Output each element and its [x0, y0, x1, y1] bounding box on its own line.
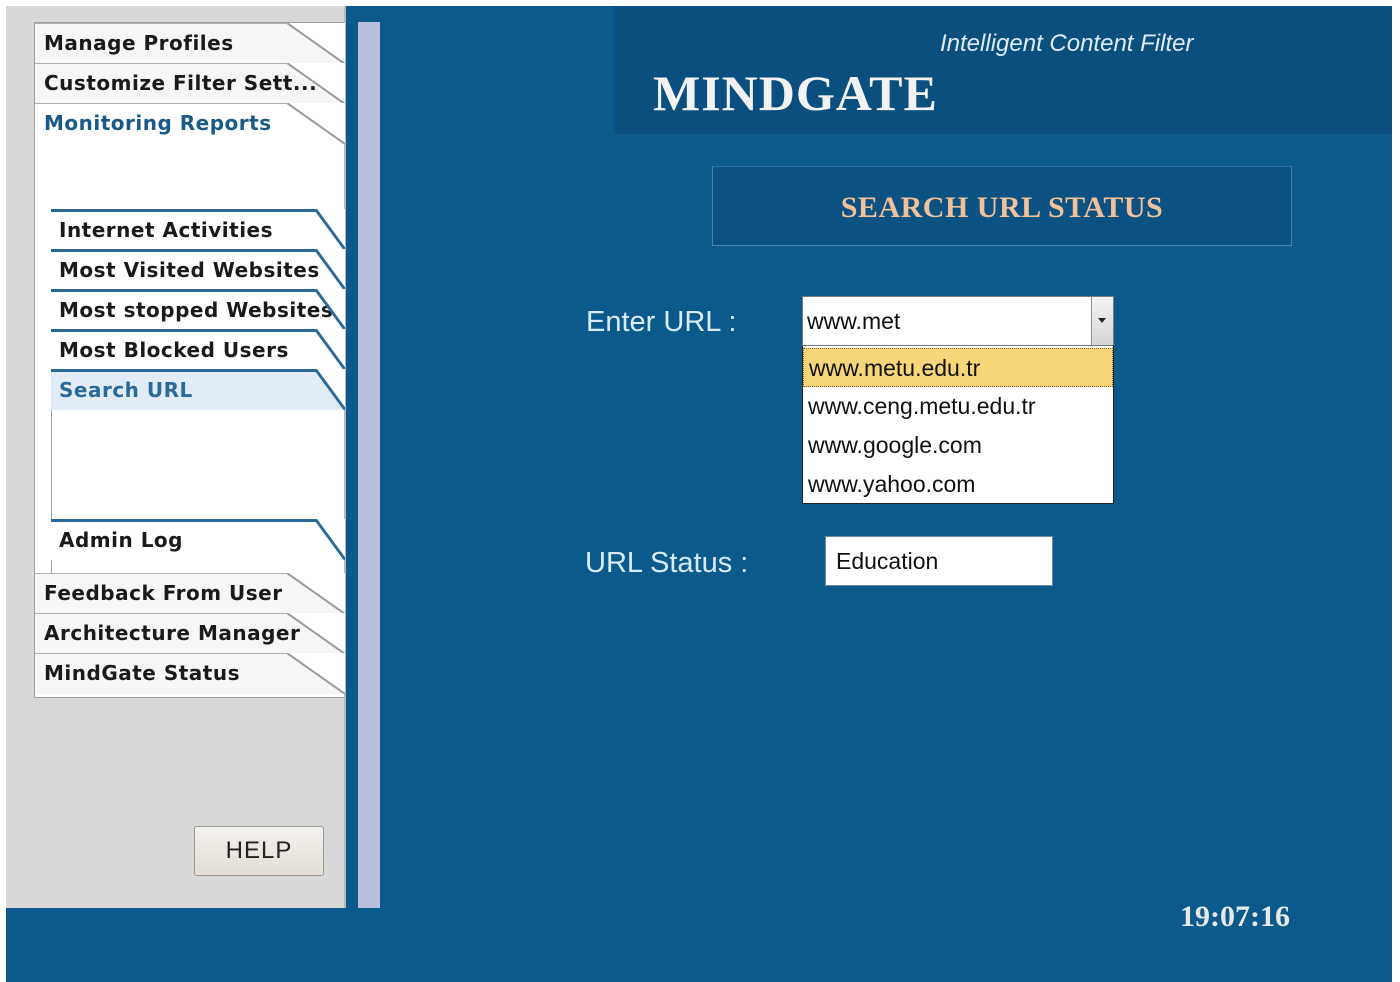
submenu-item-internet-activities[interactable]: Internet Activities [51, 209, 345, 250]
tab-architecture-manager[interactable]: Architecture Manager [35, 613, 345, 654]
help-button[interactable]: HELP [194, 826, 324, 876]
submenu-item-most-visited-websites[interactable]: Most Visited Websites [51, 249, 345, 290]
url-input[interactable] [803, 297, 1091, 345]
url-suggestion-option[interactable]: www.metu.edu.tr [803, 348, 1113, 387]
clock: 19:07:16 [1180, 900, 1290, 933]
url-status-field: Education [825, 536, 1053, 586]
submenu-item-most-blocked-users[interactable]: Most Blocked Users [51, 329, 345, 370]
url-suggestion-option[interactable]: www.yahoo.com [803, 465, 1113, 504]
submenu-item-most-stopped-websites[interactable]: Most stopped Websites [51, 289, 345, 330]
url-combobox[interactable] [802, 296, 1114, 346]
submenu-item-admin-log[interactable]: Admin Log [51, 519, 345, 560]
url-suggestion-option[interactable]: www.ceng.metu.edu.tr [803, 387, 1113, 426]
sidebar-splitter[interactable] [358, 22, 380, 908]
tagline: Intelligent Content Filter [940, 30, 1194, 57]
nav-panel: Manage Profiles Customize Filter Sett...… [34, 22, 345, 698]
enter-url-label: Enter URL : [586, 306, 737, 338]
url-status-label: URL Status : [585, 547, 749, 579]
url-dropdown-button[interactable] [1091, 297, 1113, 345]
url-suggestion-list: www.metu.edu.tr www.ceng.metu.edu.tr www… [802, 346, 1114, 504]
section-title: SEARCH URL STATUS [840, 191, 1164, 224]
sidebar: Manage Profiles Customize Filter Sett...… [6, 6, 346, 908]
section-title-box: SEARCH URL STATUS [712, 166, 1292, 246]
tab-mindgate-status[interactable]: MindGate Status [35, 653, 345, 694]
tab-feedback-from-user[interactable]: Feedback From User [35, 573, 345, 614]
tab-customize-filter-settings[interactable]: Customize Filter Sett... [35, 63, 345, 104]
brand-logo-text: MINDGATE [653, 65, 938, 121]
tab-monitoring-reports[interactable]: Monitoring Reports [35, 103, 345, 144]
submenu-item-search-url[interactable]: Search URL [51, 369, 345, 410]
chevron-down-icon [1098, 318, 1106, 323]
url-suggestion-option[interactable]: www.google.com [803, 426, 1113, 465]
tab-manage-profiles[interactable]: Manage Profiles [35, 23, 345, 64]
app-window: Manage Profiles Customize Filter Sett...… [6, 6, 1392, 982]
